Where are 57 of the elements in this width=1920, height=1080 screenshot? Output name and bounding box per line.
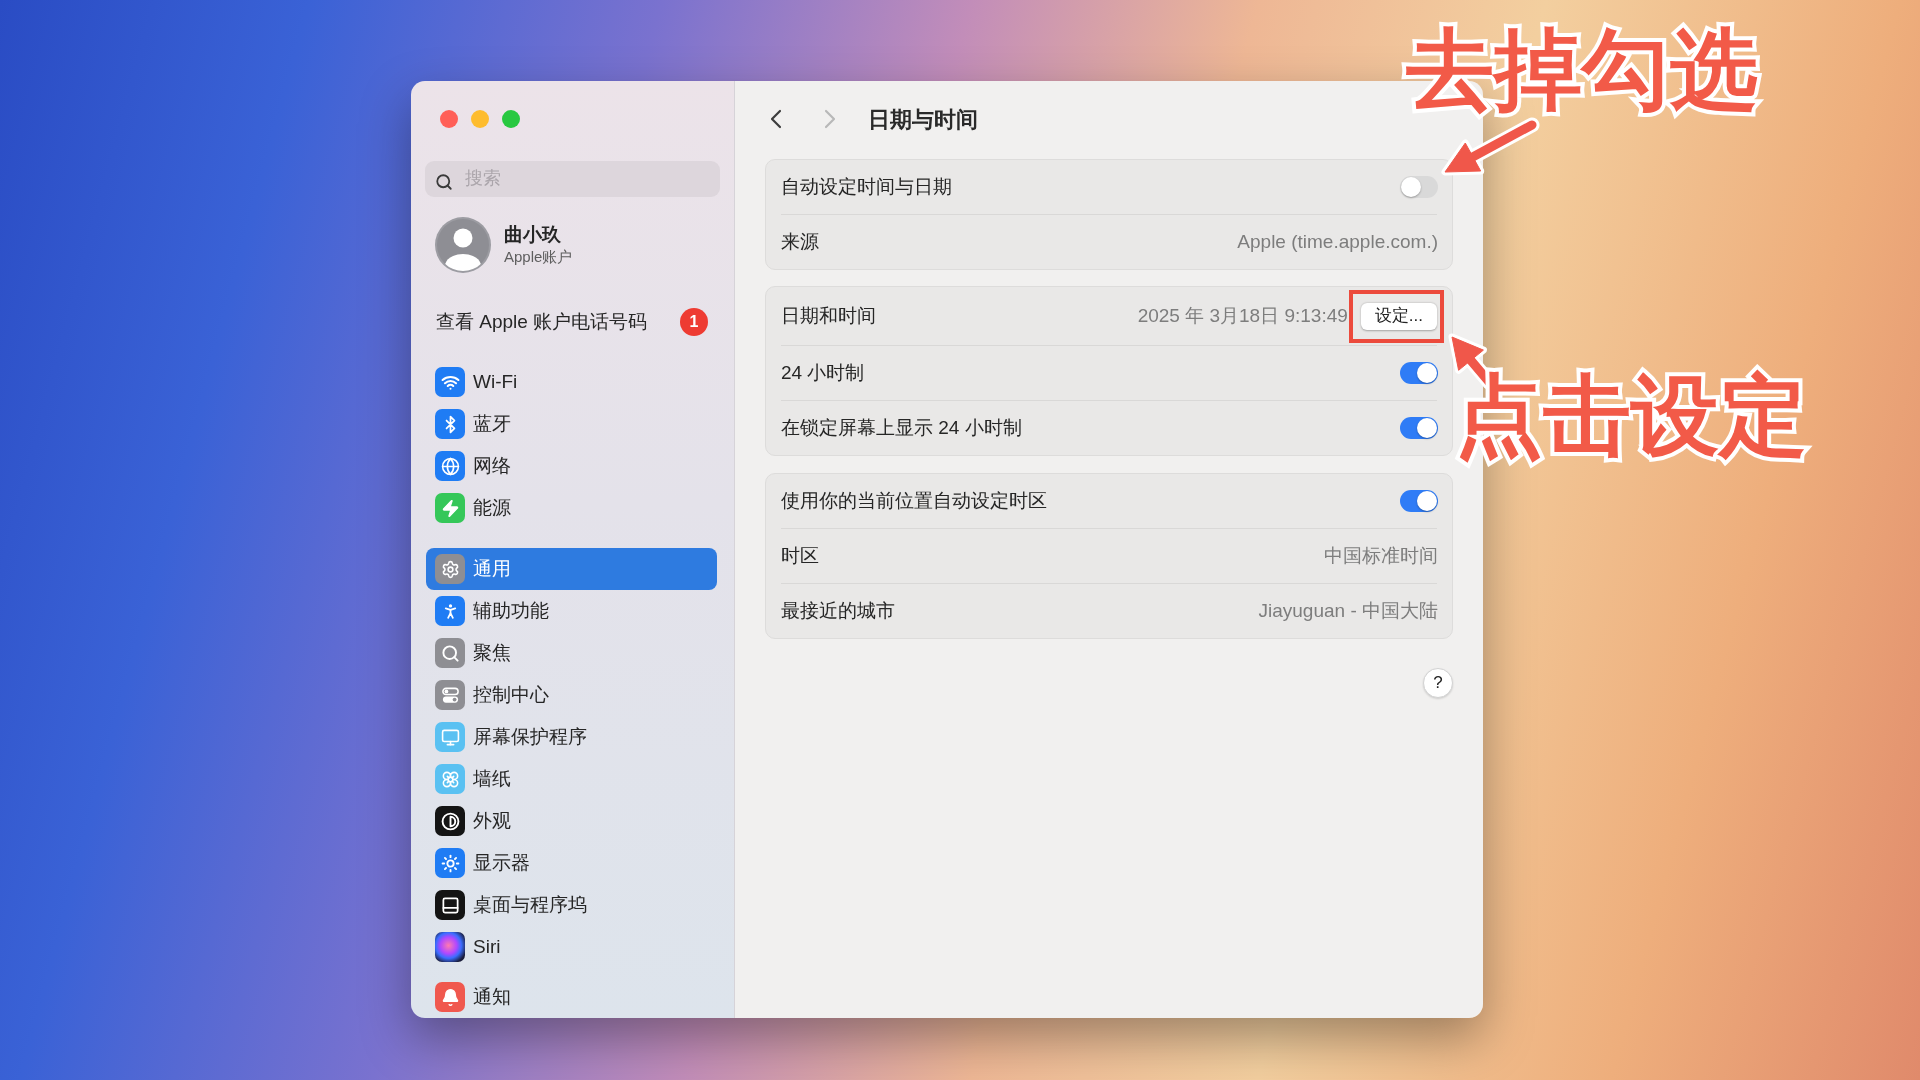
contrast-icon (435, 806, 465, 836)
toggle-switch[interactable] (1400, 417, 1438, 439)
setting-label: 自动设定时间与日期 (781, 174, 952, 199)
sidebar-item[interactable]: Wi-Fi (426, 361, 717, 403)
account-notice[interactable]: 查看 Apple 账户电话号码 (436, 307, 648, 337)
toggle-switch[interactable] (1400, 490, 1438, 512)
sidebar-item[interactable]: 屏幕保护程序 (426, 716, 717, 758)
setting-label: 来源 (781, 229, 819, 254)
sidebar-item[interactable]: 桌面与程序坞 (426, 884, 717, 926)
help-button[interactable]: ? (1423, 668, 1453, 698)
flower-icon (435, 764, 465, 794)
minimize-button[interactable] (471, 110, 489, 128)
account-item[interactable]: 曲小玖 Apple账户 (435, 216, 573, 273)
sidebar-item[interactable]: 墙纸 (426, 758, 717, 800)
wifi-icon (435, 367, 465, 397)
lightning-icon (435, 493, 465, 523)
toggles-icon (435, 680, 465, 710)
close-button[interactable] (440, 110, 458, 128)
search-icon (435, 172, 453, 191)
avatar-icon (435, 216, 491, 273)
zoom-button[interactable] (502, 110, 520, 128)
set-button[interactable]: 设定... (1360, 302, 1437, 330)
page-title: 日期与时间 (868, 105, 978, 134)
sidebar-item[interactable]: 辅助功能 (426, 590, 717, 632)
sidebar-item[interactable]: Siri (426, 926, 717, 968)
sidebar-item[interactable]: 能源 (426, 487, 717, 529)
globe-icon (435, 451, 465, 481)
bluetooth-icon (435, 409, 465, 439)
setting-label: 日期和时间 (781, 303, 876, 328)
bell-icon (435, 982, 465, 1012)
sidebar-item[interactable]: 蓝牙 (426, 403, 717, 445)
setting-value: Apple (time.apple.com.) (1237, 229, 1438, 254)
setting-label: 最接近的城市 (781, 598, 895, 623)
setting-value: 中国标准时间 (1324, 543, 1438, 568)
orb-icon (435, 932, 465, 962)
sun-icon (435, 848, 465, 878)
gear-icon (435, 554, 465, 584)
person-icon (435, 596, 465, 626)
toggle-switch[interactable] (1400, 362, 1438, 384)
sidebar-item[interactable]: 网络 (426, 445, 717, 487)
setting-label: 24 小时制 (781, 360, 865, 385)
setting-value: 2025 年 3月18日 9:13:49 (1137, 303, 1348, 328)
setting-label: 时区 (781, 543, 819, 568)
setting-value: Jiayuguan - 中国大陆 (1258, 598, 1438, 623)
sidebar-item[interactable]: 聚焦 (426, 632, 717, 674)
toggle-switch[interactable] (1400, 176, 1438, 198)
sidebar-item[interactable]: 外观 (426, 800, 717, 842)
sidebar-item[interactable]: 通用 (426, 548, 717, 590)
setting-label: 在锁定屏幕上显示 24 小时制 (781, 415, 1022, 440)
count-badge: 1 (680, 307, 708, 336)
sidebar-item[interactable]: 通知 (426, 976, 717, 1018)
dock-icon (435, 890, 465, 920)
magnifier-icon (435, 638, 465, 668)
setting-label: 使用你的当前位置自动设定时区 (781, 488, 1047, 513)
sidebar-item[interactable]: 显示器 (426, 842, 717, 884)
monitor-icon (435, 722, 465, 752)
sidebar-item[interactable]: 控制中心 (426, 674, 717, 716)
